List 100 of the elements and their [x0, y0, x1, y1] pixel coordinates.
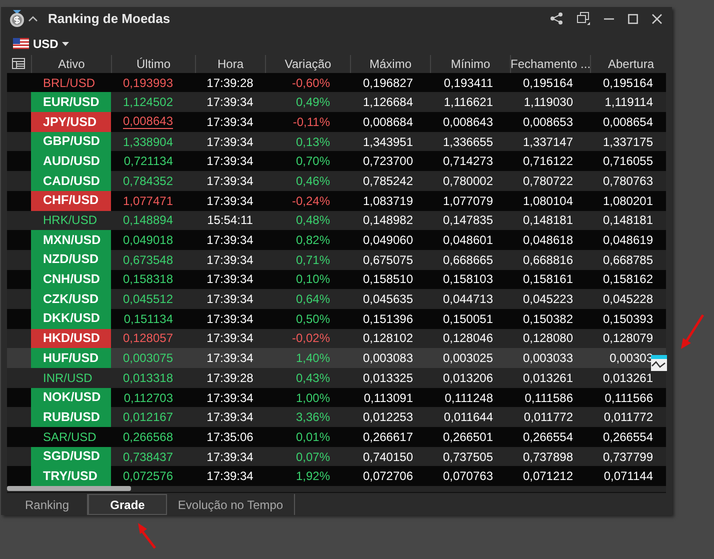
table-cell-text: 17:39:34	[206, 291, 254, 308]
ticker-cell[interactable]: MXN/USD	[31, 230, 111, 250]
table-row[interactable]: INR/USD 0,013318 17:39:28 0,43% 0,013325 0,013206 0,013261 0,013261	[7, 368, 666, 388]
column-header[interactable]: Ativo	[58, 54, 85, 73]
table-row[interactable]: HKD/USD 0,128057 17:39:34 -0,02% 0,128102 0,128046 0,128080 0,128079	[7, 328, 666, 348]
table-cell-text: 0,045223	[522, 291, 573, 308]
ticker-cell[interactable]: SGD/USD	[31, 446, 111, 466]
table-row[interactable]: CHF/USD 1,077471 17:39:34 -0,24% 1,083719 1,077079 1,080104 1,080201	[7, 190, 666, 211]
ticker-cell[interactable]: CZK/USD	[31, 289, 111, 309]
table-cell-text: 17:39:34	[206, 330, 254, 348]
ticker-cell[interactable]: HUF/USD	[31, 348, 111, 368]
ticker-cell[interactable]: NZD/USD	[31, 250, 111, 270]
table-cell-text: 17:39:34	[206, 232, 254, 250]
column-header[interactable]: Máximo	[369, 54, 412, 73]
table-cell-text: 0,072706	[362, 468, 413, 486]
table-row[interactable]: HRK/USD 0,148894 15:54:11 0,48% 0,148982 0,147835 0,148181 0,148181	[7, 210, 666, 230]
ticker-cell[interactable]: DKK/USD	[31, 308, 111, 329]
maximize-icon[interactable]	[628, 14, 638, 24]
table-cell-text: 17:35:06	[206, 428, 254, 446]
table-cell-text: 0,716122	[522, 153, 573, 170]
table-cell-text: 0,111586	[524, 390, 573, 407]
table-cell-text: 0,785242	[362, 172, 413, 190]
table-row[interactable]: NOK/USD 0,112703 17:39:34 1,00% 0,113091 0,111248 0,111586 0,111566	[7, 388, 666, 408]
ticker-cell[interactable]: GBP/USD	[31, 132, 111, 152]
tab[interactable]: Evolução no Tempo	[167, 494, 295, 515]
table-cell-text: 0,158510	[362, 271, 413, 288]
scrollbar-thumb[interactable]	[7, 486, 131, 492]
table-cell-text: 0,048619	[602, 232, 653, 250]
table-row[interactable]: JPY/USD 0,008643 17:39:34 -0,11% 0,008684 0,008643 0,008653 0,008654	[7, 112, 666, 132]
table-row[interactable]: SGD/USD 0,738437 17:39:34 0,07% 0,740150 0,737505 0,737898 0,737799	[7, 446, 666, 466]
table-cell-text: 1,337147	[522, 134, 573, 151]
ticker-label: HRK/USD	[43, 212, 98, 230]
table-row[interactable]: TRY/USD 0,072576 17:39:34 1,92% 0,072706 0,070763 0,071212 0,071144	[7, 466, 666, 486]
ticker-cell[interactable]: NOK/USD	[31, 388, 111, 408]
table-cell-text: 0,113091	[364, 390, 413, 407]
ticker-cell[interactable]: HKD/USD	[31, 328, 111, 348]
share-icon[interactable]	[550, 12, 563, 26]
table-cell-text: 0,128046	[442, 330, 493, 348]
table-cell-text: -0,11%	[292, 114, 330, 131]
column-header[interactable]: Fechamento ...	[510, 54, 591, 73]
currency-dropdown[interactable]: USD	[13, 34, 70, 53]
table-cell-text: 0,668665	[442, 252, 493, 269]
table-row[interactable]: CAD/USD 0,784352 17:39:34 0,46% 0,785242 0,780002 0,780722 0,780763	[7, 171, 666, 191]
detach-icon[interactable]	[577, 12, 590, 26]
table-row[interactable]: NZD/USD 0,673548 17:39:34 0,71% 0,675075 0,668665 0,668816 0,668785	[7, 250, 666, 270]
table-row[interactable]: RUB/USD 0,012167 17:39:34 3,36% 0,012253 0,011644 0,011772 0,011772	[7, 407, 666, 428]
table-row[interactable]: CNH/USD 0,158318 17:39:34 0,10% 0,158510 0,158103 0,158161 0,158162	[7, 270, 666, 290]
table-cell-text: 0,195164	[522, 74, 573, 92]
ticker-cell[interactable]: CAD/USD	[31, 171, 111, 191]
table-cell-text: 0,150051	[442, 310, 493, 328]
ticker-cell[interactable]: JPY/USD	[31, 112, 111, 132]
coin-icon	[9, 10, 25, 28]
ticker-cell[interactable]: RUB/USD	[31, 407, 111, 428]
collapse-icon[interactable]	[28, 15, 38, 22]
column-header[interactable]: Abertura	[608, 54, 654, 73]
ticker-cell[interactable]: AUD/USD	[31, 151, 111, 172]
tab[interactable]: Grade	[88, 494, 167, 515]
table-row[interactable]: BRL/USD 0,193993 17:39:28 -0,60% 0,196827 0,193411 0,195164 0,195164	[7, 72, 666, 92]
caret-icon	[62, 42, 70, 46]
table-cell-text: 0,008654	[602, 114, 653, 131]
table-cell-text: 0,008653	[522, 114, 573, 131]
table-cell-text: 0,071212	[522, 468, 573, 486]
table-cell-text: 0,128057	[122, 330, 173, 348]
table-cell-text: 0,49%	[296, 94, 330, 112]
column-header[interactable]: Hora	[217, 54, 244, 73]
table-row[interactable]: DKK/USD 0,151134 17:39:34 0,50% 0,151396 0,150051 0,150382 0,150393	[7, 308, 666, 329]
table-row[interactable]: CZK/USD 0,045512 17:39:34 0,64% 0,045635 0,044713 0,045223 0,045228	[7, 289, 666, 309]
table-cell-text: 17:39:34	[206, 192, 254, 210]
table-cell-text: 0,128079	[602, 330, 653, 348]
table-cell-text: 0,158161	[522, 271, 573, 288]
column-header[interactable]: Variação	[284, 54, 332, 73]
table-cell-text: 0,158162	[602, 271, 653, 288]
close-icon[interactable]	[652, 14, 662, 24]
table-row[interactable]: MXN/USD 0,049018 17:39:34 0,82% 0,049060 0,048601 0,048618 0,048619	[7, 230, 666, 250]
table-cell-text: 0,71%	[296, 252, 330, 269]
table-cell-text: 0,266554	[602, 428, 653, 446]
table-cell-text: 1,126684	[362, 94, 413, 112]
window-title: Ranking de Moedas	[48, 10, 170, 28]
column-header[interactable]: Último	[136, 54, 170, 73]
table-cell-text: 0,784352	[122, 172, 173, 190]
table-cell-text: 0,780763	[602, 172, 653, 190]
ticker-cell[interactable]: CNH/USD	[31, 270, 111, 290]
ticker-cell[interactable]: EUR/USD	[31, 92, 111, 112]
table-cell-text: 0,48%	[296, 212, 330, 230]
table-cell-text: 0,072576	[122, 468, 173, 486]
ticker-cell[interactable]: CHF/USD	[31, 190, 111, 211]
table-row[interactable]: SAR/USD 0,266568 17:35:06 0,01% 0,266617 0,266501 0,266554 0,266554	[7, 427, 666, 447]
column-header[interactable]: Mínimo	[450, 54, 490, 73]
table-cell-text: 1,336655	[442, 134, 493, 151]
table-row[interactable]: GBP/USD 1,338904 17:39:34 0,13% 1,343951 1,336655 1,337147 1,337175	[7, 132, 666, 152]
table-cell-text: 0,721134	[124, 153, 173, 170]
table-settings-icon[interactable]	[12, 58, 25, 70]
minimize-icon[interactable]	[604, 18, 614, 20]
chart-icon[interactable]	[651, 355, 667, 371]
ticker-cell[interactable]: TRY/USD	[31, 466, 111, 486]
table-cell-text: 0,008643	[442, 114, 493, 131]
table-row[interactable]: EUR/USD 1,124502 17:39:34 0,49% 1,126684 1,116621 1,119030 1,119114	[7, 92, 666, 112]
table-row[interactable]: AUD/USD 0,721134 17:39:34 0,70% 0,723700 0,714273 0,716122 0,716055	[7, 151, 666, 172]
table-cell-text: 17:39:34	[206, 468, 254, 486]
table-cell-text: 17:39:34	[206, 350, 254, 368]
